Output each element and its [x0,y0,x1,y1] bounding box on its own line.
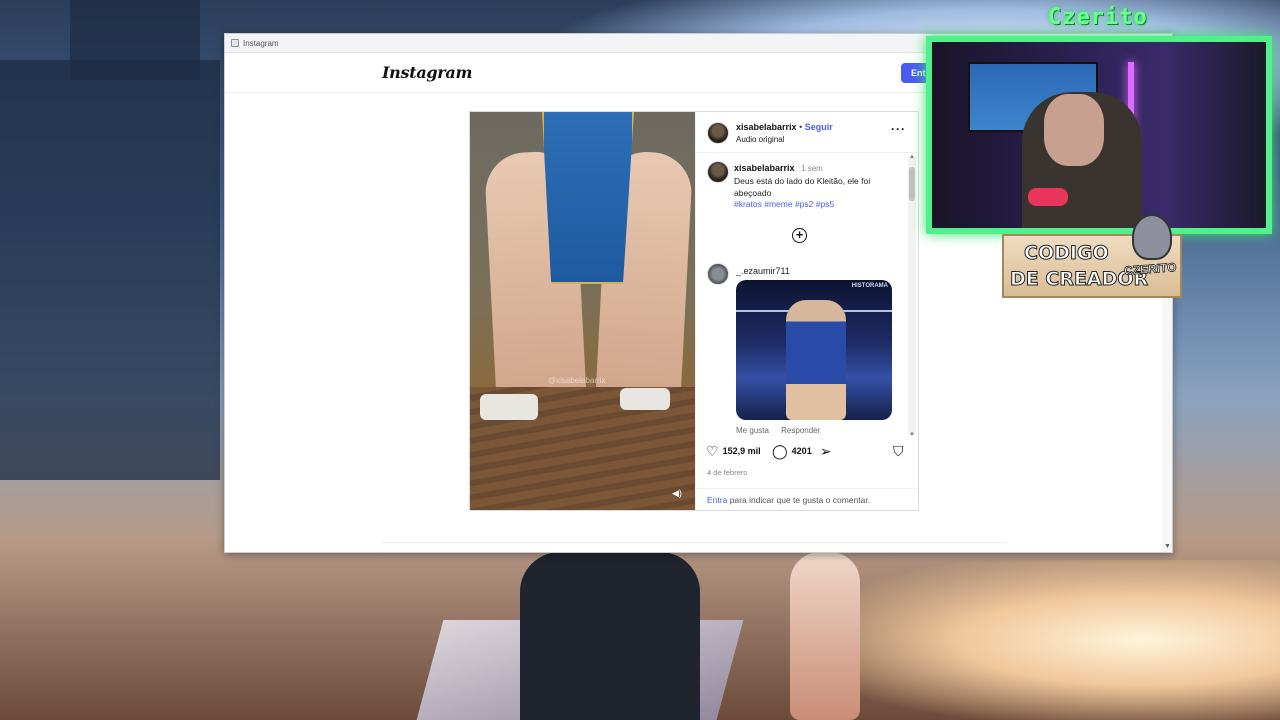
post-video[interactable]: @xisabelabarrix ◀) [470,112,695,510]
background-arm [790,552,860,720]
likes-count: 152,9 mil [722,446,761,456]
login-prompt-link[interactable]: Entra [707,495,727,505]
video-costume [542,112,634,284]
audio-label[interactable]: Audio original [736,135,784,144]
mascot-icon [1132,214,1172,260]
scroll-down-icon[interactable]: ▼ [909,432,915,437]
window-title: Instagram [243,38,279,48]
caption-author[interactable]: xisabelabarrix [734,163,795,173]
heart-icon: ♡ [706,443,719,459]
comments-panel[interactable]: xisabelabarrix 1 sem Deus está do lado d… [696,154,918,437]
post-date: 4 de febrero [707,468,748,477]
comment-like-button[interactable]: Me gusta [736,426,769,435]
save-button[interactable]: ⛉ [893,444,908,458]
streamer-name: Czerito [1048,5,1148,30]
bookmark-icon: ⛉ [893,443,904,459]
caption-hashtags[interactable]: #kratos #meme #ps2 #ps5 [734,199,834,209]
background-building [0,60,220,480]
separator-dot: • [799,122,803,132]
scrollbar-thumb[interactable] [909,167,915,201]
author-username[interactable]: xisabelabarrix [736,122,797,132]
commenter-username[interactable]: _.ezaumir711 [736,266,790,276]
post-card: @xisabelabarrix ◀) xisabelabarrix • Segu… [469,111,919,511]
comment-reply-button[interactable]: Responder [781,426,820,435]
instagram-logo[interactable]: Instagram [382,63,472,82]
author-line: xisabelabarrix • Seguir [736,122,833,132]
page-divider [382,542,1007,543]
commenter-avatar[interactable] [707,263,729,285]
post-actions: ♡ 152,9 mil ◯ 4201 ➢ ⛉ [696,442,918,464]
share-button[interactable]: ➢ [820,444,836,458]
post-sidebar: xisabelabarrix • Seguir Audio original ·… [695,112,918,510]
send-icon: ➢ [820,443,832,459]
video-shoe [480,394,538,420]
webcam-frame [926,36,1272,234]
more-horizontal-icon[interactable]: ··· [891,122,906,136]
webcam-face [1044,94,1104,166]
load-more-comments-icon[interactable]: + [792,228,807,243]
comment-button[interactable]: ◯ 4201 [772,444,812,458]
creator-code-badge: CODIGO DE CREADOR CZERITO [1002,214,1182,298]
login-prompt: Entra para indicar que te gusta o coment… [696,488,918,510]
background-glow [820,560,1280,720]
caption-avatar[interactable] [707,161,729,183]
gif-figure [786,300,846,420]
comments-scrollbar[interactable]: ▲ ▼ [908,154,916,437]
background-building [70,0,200,80]
creator-code-line1: CODIGO [1024,242,1110,264]
volume-icon[interactable]: ◀) [672,488,682,499]
video-shoe [620,388,670,410]
gif-watermark: HISTORAMA [851,283,888,289]
creator-code-tag: CZERITO [1123,260,1177,278]
like-button[interactable]: ♡ 152,9 mil [706,444,761,458]
follow-button[interactable]: Seguir [805,122,833,132]
comment-gif[interactable]: HISTORAMA [736,280,892,420]
caption-text: Deus está do lado do Kleitão, ele foi ab… [734,176,871,198]
login-prompt-text: para indicar que te gusta o comentar. [729,495,871,505]
page-favicon-icon [231,39,239,47]
comments-count: 4201 [791,446,812,456]
author-avatar[interactable] [707,122,729,144]
caption-header: xisabelabarrix 1 sem [734,163,823,173]
background-figure [520,552,700,720]
video-watermark: @xisabelabarrix [548,376,606,385]
comment-actions: Me gusta Responder [736,426,830,435]
microphone-icon [1028,188,1068,206]
caption-time: 1 sem [801,164,823,173]
scroll-up-icon[interactable]: ▲ [909,154,915,160]
comment-bubble-icon: ◯ [772,443,788,459]
post-header: xisabelabarrix • Seguir Audio original ·… [696,112,918,153]
scroll-down-icon[interactable]: ▼ [1164,543,1171,550]
